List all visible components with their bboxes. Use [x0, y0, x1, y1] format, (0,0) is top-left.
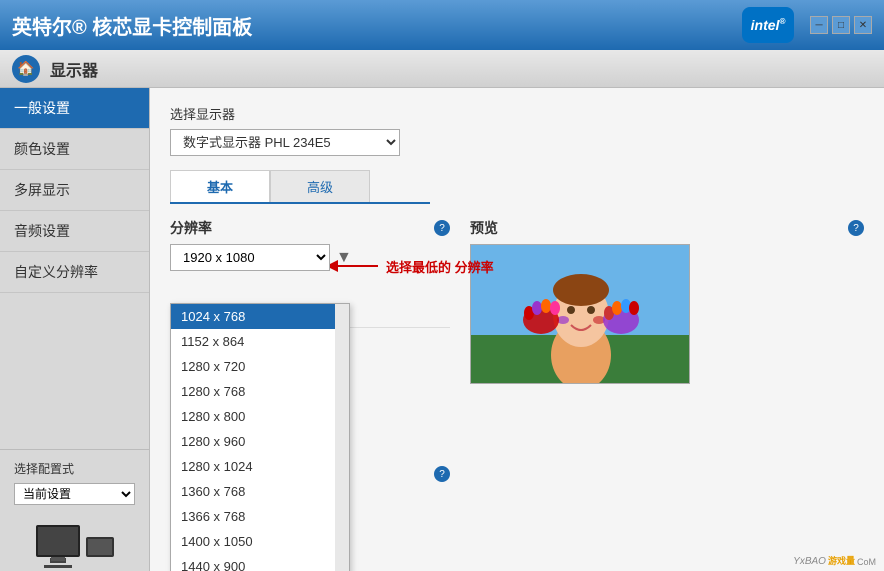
left-col: 分辨率 ? 1920 x 1080 ▼ 1024 x 768 1152 x 86: [170, 218, 450, 500]
monitor-select[interactable]: 数字式显示器 PHL 234E5: [170, 129, 400, 156]
maximize-button[interactable]: □: [832, 16, 850, 34]
home-icon[interactable]: 🏠: [12, 55, 40, 83]
monitor-big-icon: [36, 525, 80, 557]
sidebar-item-color[interactable]: 颜色设置: [0, 129, 149, 170]
annotation-text: 选择最低的 分辨率: [386, 257, 494, 276]
monitor-dropdown: 数字式显示器 PHL 234E5: [170, 129, 864, 156]
window-controls: ─ □ ✕: [810, 16, 872, 34]
title-bar: 英特尔® 核芯显卡控制面板 intel ® ─ □ ✕: [0, 0, 884, 50]
watermark-subtext: 游戏量: [828, 554, 855, 567]
resolution-help-icon[interactable]: ?: [434, 220, 450, 236]
resolution-select[interactable]: 1920 x 1080: [170, 244, 330, 271]
dropdown-item-7[interactable]: 1360 x 768: [171, 479, 349, 504]
watermark-com: CoM: [857, 557, 876, 567]
tabs-container: 基本 高级: [170, 170, 864, 204]
dropdown-item-5[interactable]: 1280 x 960: [171, 429, 349, 454]
annotation-arrow: [330, 256, 380, 276]
annotation: 选择最低的 分辨率: [330, 256, 494, 276]
dropdown-item-6[interactable]: 1280 x 1024: [171, 454, 349, 479]
dropdown-item-10[interactable]: 1440 x 900: [171, 554, 349, 571]
resolution-label: 分辨率: [170, 218, 212, 238]
sidebar-item-custom-res[interactable]: 自定义分辨率: [0, 252, 149, 293]
dropdown-item-3[interactable]: 1280 x 768: [171, 379, 349, 404]
monitor-small-icon: [86, 537, 114, 557]
dropdown-item-1[interactable]: 1152 x 864: [171, 329, 349, 354]
watermark-yxbao: YxBAO: [793, 556, 826, 567]
preview-label: 预览: [470, 218, 498, 238]
dropdown-item-0[interactable]: 1024 x 768: [171, 304, 349, 329]
preview-label-row: 预览 ?: [470, 218, 864, 238]
child-svg: [471, 245, 690, 384]
config-label: 选择配置式: [14, 460, 135, 477]
dropdown-scrollbar[interactable]: [335, 304, 349, 571]
dropdown-item-8[interactable]: 1366 x 768: [171, 504, 349, 529]
sub-header-title: 显示器: [50, 57, 98, 81]
intel-logo: intel ®: [738, 5, 798, 45]
tab-basic[interactable]: 基本: [170, 170, 270, 202]
app-title: 英特尔® 核芯显卡控制面板: [12, 11, 252, 40]
content-area: 选择显示器 数字式显示器 PHL 234E5 基本 高级: [150, 88, 884, 571]
sub-header: 🏠 显示器: [0, 50, 884, 88]
sidebar-nav: 一般设置 颜色设置 多屏显示 音频设置 自定义分辨率: [0, 88, 149, 449]
monitor-select-section: 选择显示器 数字式显示器 PHL 234E5: [170, 104, 864, 156]
sidebar-item-audio[interactable]: 音频设置: [0, 211, 149, 252]
res-label-row: 分辨率 ?: [170, 218, 450, 238]
two-col: 分辨率 ? 1920 x 1080 ▼ 1024 x 768 1152 x 86: [170, 218, 864, 500]
rotation-help-icon[interactable]: ?: [434, 466, 450, 482]
sidebar-item-general[interactable]: 一般设置: [0, 88, 149, 129]
preview-help-icon[interactable]: ?: [848, 220, 864, 236]
dropdown-item-2[interactable]: 1280 x 720: [171, 354, 349, 379]
sidebar: 一般设置 颜色设置 多屏显示 音频设置 自定义分辨率 选择配置式 当前设置: [0, 88, 150, 571]
main-layout: 一般设置 颜色设置 多屏显示 音频设置 自定义分辨率 选择配置式 当前设置: [0, 88, 884, 571]
sidebar-bottom: 选择配置式 当前设置: [0, 449, 149, 515]
dropdown-item-4[interactable]: 1280 x 800: [171, 404, 349, 429]
dropdown-item-9[interactable]: 1400 x 1050: [171, 529, 349, 554]
monitor-icons: [0, 515, 149, 571]
config-select[interactable]: 当前设置: [14, 483, 135, 505]
watermark: YxBAO 游戏量 CoM: [793, 554, 876, 567]
tab-advanced[interactable]: 高级: [270, 170, 370, 202]
close-button[interactable]: ✕: [854, 16, 872, 34]
sidebar-item-multiscreen[interactable]: 多屏显示: [0, 170, 149, 211]
preview-image: [470, 244, 690, 384]
monitor-select-label: 选择显示器: [170, 104, 864, 123]
resolution-dropdown: 1024 x 768 1152 x 864 1280 x 720 1280 x …: [170, 303, 350, 571]
right-col: 预览 ?: [470, 218, 864, 384]
minimize-button[interactable]: ─: [810, 16, 828, 34]
